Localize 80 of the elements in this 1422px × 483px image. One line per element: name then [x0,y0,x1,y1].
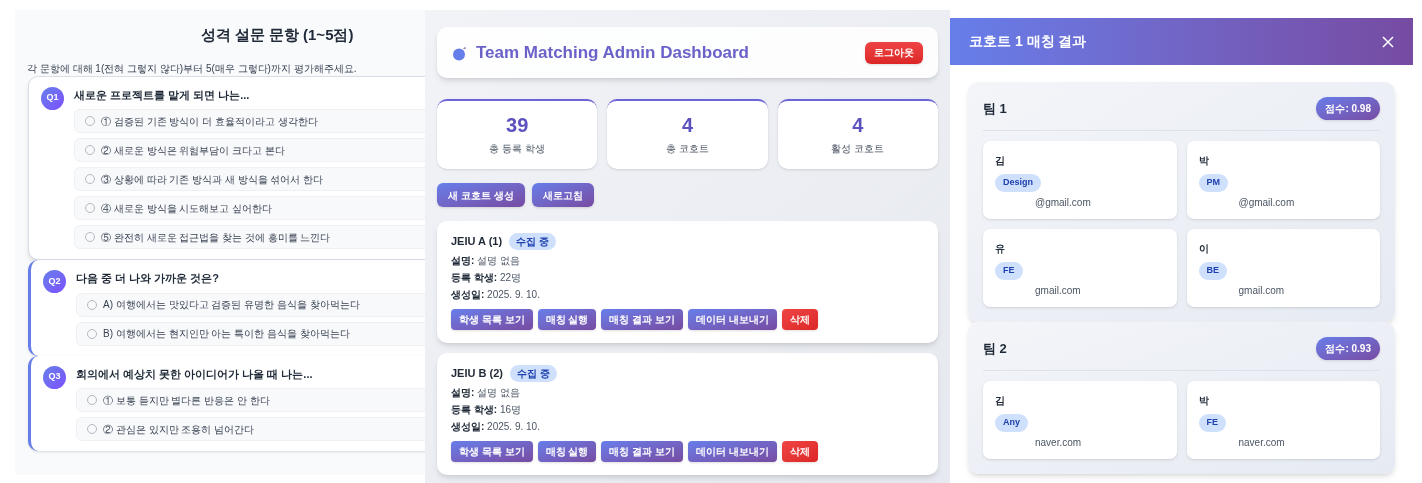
action-button[interactable]: 새로고침 [531,183,594,207]
member-email: naver.com [1238,436,1286,450]
member-email: gmail.com [1035,284,1082,298]
role-tag: PM [1198,174,1228,192]
cohort-field: 설명: 설명 없음 [451,254,924,267]
member-name: 유 [995,242,1006,256]
cohort-action-button[interactable]: 매칭 실행 [537,441,597,462]
member-name: 박 [1198,394,1210,408]
stat-value: 4 [852,114,864,135]
delete-button[interactable]: 삭제 [781,441,818,462]
option-label: A) 여행에서는 맛있다고 검증된 유명한 음식을 찾아먹는다 [103,298,360,312]
role-tag: FE [1198,414,1226,432]
answer-option[interactable]: ⑤ 완전히 새로운 접근법을 찾는 것에 흥미를 느낀다 [74,225,425,249]
survey-title: 성격 설문 문항 (1~5점) [199,25,355,45]
question-text: 다음 중 더 나와 가까운 것은? [76,271,220,286]
team-name: 팀 1 [983,99,1007,118]
stat-value: 39 [506,114,529,135]
answer-option[interactable]: ④ 새로운 방식을 시도해보고 싶어한다 [74,196,425,220]
cohort-field: 생성일: 2025. 9. 10. [451,420,924,433]
role-tag: BE [1198,262,1227,280]
question-text: 새로운 프로젝트를 맡게 되면 나는... [74,87,251,103]
stat-label: 총 코호트 [666,141,709,156]
score-badge: 점수: 0.93 [1316,337,1380,360]
member-email: naver.com [1035,436,1083,450]
stat-label: 총 등록 학생 [489,141,545,156]
cohort-action-button[interactable]: 매칭 결과 보기 [601,441,683,462]
option-label: ⑤ 완전히 새로운 접근법을 찾는 것에 흥미를 느낀다 [101,230,331,245]
question-badge: Q3 [43,365,66,389]
option-label: ③ 상황에 따라 기존 방식과 새 방식을 섞어서 한다 [101,172,324,187]
option-label: ① 보통 듣지만 별다른 반응은 안 한다 [103,393,270,408]
answer-option[interactable]: ② 관심은 있지만 조용히 넘어간다 [76,417,425,441]
answer-option[interactable]: ① 보통 듣지만 별다른 반응은 안 한다 [76,388,425,412]
option-label: ④ 새로운 방식을 시도해보고 싶어한다 [101,201,273,216]
answer-option[interactable]: A) 여행에서는 맛있다고 검증된 유명한 음식을 찾아먹는다 [76,292,425,317]
delete-button[interactable]: 삭제 [781,309,818,330]
member-name: 이 [1198,242,1210,256]
member-email: @gmail.com [1238,196,1296,210]
answer-option[interactable]: B) 여행에서는 현지인만 아는 특이한 음식을 찾아먹는다 [76,321,425,346]
option-label: B) 여행에서는 현지인만 아는 특이한 음식을 찾아먹는다 [103,327,350,341]
answer-option[interactable]: ③ 상황에 따라 기존 방식과 새 방식을 섞어서 한다 [74,167,425,191]
role-tag: Any [995,414,1028,432]
team-name: 팀 2 [983,339,1007,358]
cohort-name: JEIU B (2) [451,366,503,382]
option-label: ② 관심은 있지만 조용히 넘어간다 [103,422,255,437]
member-email: @gmail.com [1035,196,1092,210]
option-label: ① 검증된 기존 방식이 더 효율적이라고 생각한다 [101,114,318,129]
cohort-field: 등록 학생: 22명 [451,271,924,284]
cohort-action-button[interactable]: 학생 목록 보기 [451,441,533,462]
logout-button[interactable]: 로그아웃 [865,41,923,64]
dashboard-title: Team Matching Admin Dashboard [476,41,749,64]
question-badge: Q2 [43,270,66,293]
cohort-name: JEIU A (1) [451,234,503,250]
cohort-action-button[interactable]: 학생 목록 보기 [451,309,533,330]
option-label: ② 새로운 방식은 위험부담이 크다고 본다 [101,143,285,158]
status-badge: 수집 중 [509,365,557,382]
stat-value: 4 [681,114,694,135]
instruction-text: 각 문항에 대해 1(전혀 그렇지 않다)부터 5(매우 그렇다)까지 평가해주세요. [27,61,358,76]
role-tag: Design [995,174,1041,192]
member-name: 김 [995,154,1006,168]
score-badge: 점수: 0.98 [1316,97,1380,120]
cohort-action-button[interactable]: 매칭 실행 [537,309,597,330]
role-tag: FE [995,262,1023,280]
cohort-action-button[interactable]: 데이터 내보내기 [687,441,777,462]
action-button[interactable]: 새 코호트 생성 [437,183,525,207]
cohort-action-button[interactable]: 매칭 결과 보기 [601,309,683,330]
answer-option[interactable]: ① 검증된 기존 방식이 더 효율적이라고 생각한다 [74,109,425,133]
answer-option[interactable]: ② 새로운 방식은 위험부담이 크다고 본다 [74,138,425,162]
cohort-action-button[interactable]: 데이터 내보내기 [687,309,777,330]
close-icon[interactable] [1382,35,1394,48]
cohort-field: 생성일: 2025. 9. 10. [451,288,924,301]
member-name: 김 [995,394,1006,408]
modal-title: 코호트 1 매칭 결과 [969,32,1087,51]
status-badge: 수집 중 [509,233,556,250]
member-name: 박 [1198,154,1210,168]
question-badge: Q1 [41,86,64,110]
cohort-field: 설명: 설명 없음 [451,386,924,399]
question-text: 회의에서 예상치 못한 아이디어가 나올 때 나는... [76,366,314,382]
stat-label: 활성 코호트 [831,141,885,156]
member-email: gmail.com [1238,284,1286,298]
cohort-field: 등록 학생: 16명 [451,403,924,416]
